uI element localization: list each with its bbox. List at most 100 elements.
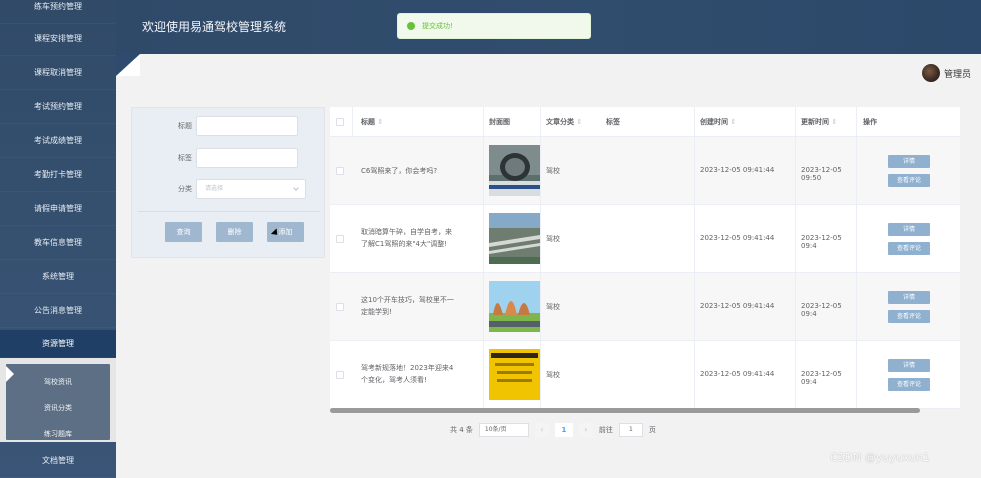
page-size-select[interactable]: 10条/页	[478, 423, 529, 437]
search-panel: 标题 标签 分类 请选择 查询 删除 添加	[131, 107, 325, 258]
sidebar-item-docs[interactable]: 文档管理	[0, 444, 116, 478]
submenu-active-marker	[6, 366, 14, 382]
submenu-item-question-bank[interactable]: 练习题库	[6, 422, 110, 446]
user-area[interactable]: 管理员	[921, 62, 971, 84]
page-suffix: 页	[648, 426, 656, 434]
tags-row: 标签	[132, 148, 326, 168]
sidebar-item-attendance[interactable]: 考勤打卡管理	[0, 158, 116, 192]
tags-input[interactable]	[196, 148, 298, 168]
submenu-panel: 驾校资讯 资讯分类 练习题库	[6, 364, 110, 440]
cell-title: 驾考新规落地！2023年迎来4个变化，驾考人须看!	[353, 341, 484, 409]
success-toast: 提交成功!	[397, 13, 591, 39]
row-title: 这10个开车技巧，驾校里不一定能学到!	[361, 296, 454, 316]
row-updated: 2023-12-05 09:50	[801, 166, 842, 182]
sidebar-item-exam-score[interactable]: 考试成绩管理	[0, 124, 116, 158]
cell-updated: 2023-12-05 09:50	[796, 137, 857, 205]
row-created: 2023-12-05 09:41:44	[700, 370, 775, 378]
row-title: 取消暗算午碎，自学自考，来了解C1驾照的来"4大"调整!	[361, 228, 452, 248]
cell-updated: 2023-12-05 09:4	[796, 273, 857, 341]
sidebar-item-resources[interactable]: 资源管理	[0, 330, 116, 358]
category-row: 分类 请选择	[132, 179, 326, 199]
current-page[interactable]: 1	[554, 423, 573, 437]
delete-button[interactable]: 删除	[216, 222, 253, 242]
row-category: 驾校	[546, 303, 560, 311]
chevron-down-icon	[293, 185, 299, 191]
header-actions: 操作	[863, 118, 877, 126]
sidebar-item-notice[interactable]: 公告消息管理	[0, 294, 116, 328]
review-button[interactable]: 查看评论	[888, 378, 930, 391]
cell-updated: 2023-12-05 09:4	[796, 341, 857, 409]
panel-divider	[138, 211, 320, 212]
review-button[interactable]: 查看评论	[888, 242, 930, 255]
header-created[interactable]: 创建时间 ⇕	[695, 107, 796, 137]
cell-category: 驾校	[541, 273, 695, 341]
header-title[interactable]: 标题 ⇕	[353, 107, 484, 137]
table-row[interactable]: 驾考新规落地！2023年迎来4个变化，驾考人须看! 驾校 2023-12-05 …	[330, 341, 960, 409]
sidebar: 练车预约管理 课程安排管理 课程取消管理 考试预约管理 考试成绩管理 考勤打卡管…	[0, 0, 116, 478]
row-updated: 2023-12-05 09:4	[801, 234, 842, 250]
detail-button[interactable]: 详情	[888, 223, 930, 236]
detail-button[interactable]: 详情	[888, 359, 930, 372]
cell-cover	[484, 205, 541, 273]
header-cover: 封面图	[484, 107, 541, 137]
horizontal-scrollbar[interactable]	[330, 408, 920, 413]
row-checkbox[interactable]	[336, 235, 344, 243]
row-checkbox[interactable]	[336, 303, 344, 311]
sidebar-item-practice-booking[interactable]: 练车预约管理	[0, 0, 116, 24]
app-title: 欢迎使用易通驾校管理系统	[142, 20, 287, 34]
category-label: 分类	[178, 185, 192, 193]
submenu-item-news-category[interactable]: 资讯分类	[6, 396, 110, 420]
title-row: 标题	[132, 116, 326, 136]
cell-category: 驾校	[541, 137, 695, 205]
cell-created: 2023-12-05 09:41:44	[695, 341, 796, 409]
row-created: 2023-12-05 09:41:44	[700, 166, 775, 174]
submenu-item-school-news[interactable]: 驾校资讯	[6, 370, 110, 394]
prev-page-button[interactable]: ‹	[534, 423, 549, 437]
title-input[interactable]	[196, 116, 298, 136]
sidebar-item-course-schedule[interactable]: 课程安排管理	[0, 22, 116, 56]
category-select[interactable]: 请选择	[196, 179, 306, 199]
row-created: 2023-12-05 09:41:44	[700, 302, 775, 310]
tags-label: 标签	[178, 154, 192, 162]
cell-title: 取消暗算午碎，自学自考，来了解C1驾照的来"4大"调整!	[353, 205, 484, 273]
toast-message: 提交成功!	[422, 22, 453, 30]
row-checkbox[interactable]	[336, 371, 344, 379]
row-checkbox[interactable]	[336, 167, 344, 175]
review-button[interactable]: 查看评论	[888, 310, 930, 323]
sidebar-item-leave[interactable]: 请假申请管理	[0, 192, 116, 226]
table-row[interactable]: 取消暗算午碎，自学自考，来了解C1驾照的来"4大"调整! 驾校 2023-12-…	[330, 205, 960, 273]
cell-updated: 2023-12-05 09:4	[796, 205, 857, 273]
row-category: 驾校	[546, 167, 560, 175]
cell-cover	[484, 341, 541, 409]
select-all-checkbox[interactable]	[336, 118, 344, 126]
table-row[interactable]: 这10个开车技巧，驾校里不一定能学到! 驾校 2023-12-05 09:41:…	[330, 273, 960, 341]
pagination: 共 4 条 10条/页 ‹ 1 › 前往 1 页	[450, 422, 656, 438]
sort-icon: ⇕	[576, 118, 583, 126]
sort-icon: ⇕	[730, 118, 737, 126]
cell-category: 驾校	[541, 341, 695, 409]
review-button[interactable]: 查看评论	[888, 174, 930, 187]
sidebar-item-course-cancel[interactable]: 课程取消管理	[0, 56, 116, 90]
row-title: C6驾照来了，你会考吗?	[361, 167, 438, 175]
cover-image	[489, 213, 540, 264]
cover-image	[489, 281, 540, 332]
header-category[interactable]: 文章分类 ⇕ 标签	[541, 107, 695, 137]
detail-button[interactable]: 详情	[888, 155, 930, 168]
next-page-button[interactable]: ›	[578, 423, 593, 437]
header-tags: 标签	[606, 118, 620, 126]
cell-created: 2023-12-05 09:41:44	[695, 205, 796, 273]
sidebar-item-system[interactable]: 系统管理	[0, 260, 116, 294]
title-label: 标题	[178, 122, 192, 130]
query-button[interactable]: 查询	[165, 222, 202, 242]
detail-button[interactable]: 详情	[888, 291, 930, 304]
row-category: 驾校	[546, 235, 560, 243]
check-circle-icon	[407, 22, 415, 30]
sidebar-item-exam-booking[interactable]: 考试预约管理	[0, 90, 116, 124]
header-updated[interactable]: 更新时间 ⇕	[796, 107, 857, 137]
cover-image	[489, 145, 540, 196]
goto-page-input[interactable]: 1	[618, 423, 643, 437]
table-row[interactable]: C6驾照来了，你会考吗? 驾校 2023-12-05 09:41:44 2023…	[330, 137, 960, 205]
sidebar-item-vehicle[interactable]: 教车信息管理	[0, 226, 116, 260]
watermark: CSDN @yuyuxun1	[830, 451, 931, 464]
app: 练车预约管理 课程安排管理 课程取消管理 考试预约管理 考试成绩管理 考勤打卡管…	[0, 0, 981, 478]
